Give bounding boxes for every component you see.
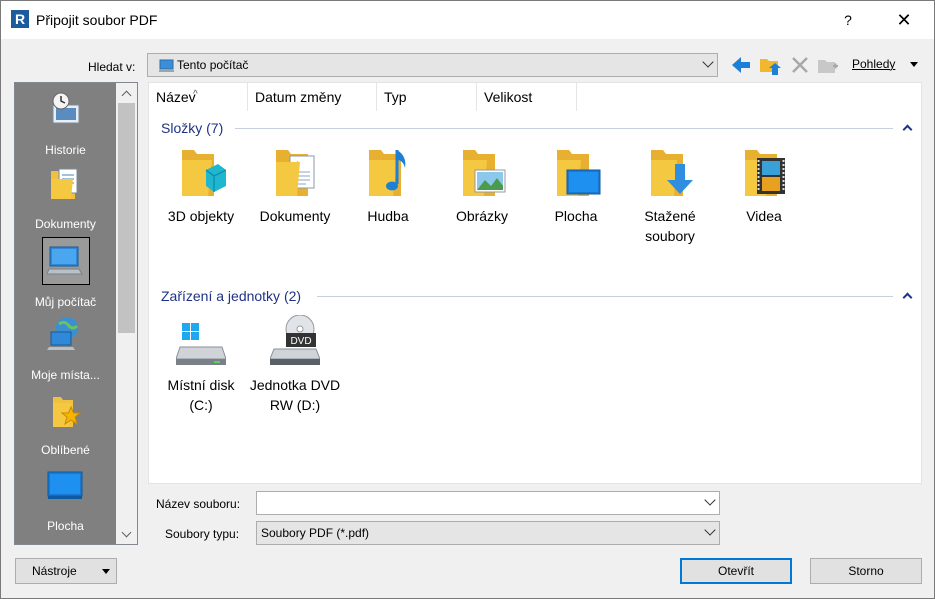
desktop-icon xyxy=(47,471,83,499)
place-favorites[interactable]: Oblíbené xyxy=(15,391,116,461)
computer-icon xyxy=(47,246,83,275)
collapse-chevron-icon[interactable] xyxy=(902,292,913,303)
3d-objects-folder-icon xyxy=(182,150,226,196)
collapse-chevron-icon[interactable] xyxy=(902,124,913,135)
filetype-label: Soubory typu: xyxy=(165,527,240,541)
lookin-label: Hledat v: xyxy=(88,60,136,74)
place-label: Historie xyxy=(45,143,86,157)
close-button[interactable]: ✕ xyxy=(881,1,927,39)
computer-small-icon xyxy=(159,59,174,72)
lookin-combo[interactable]: Tento počítač xyxy=(147,53,718,77)
group-divider xyxy=(235,128,893,129)
help-button[interactable]: ? xyxy=(825,1,871,39)
dialog-window: R Připojit soubor PDF ? ✕ Hledat v: Tent… xyxy=(0,0,935,599)
places-bar: Historie Dokumenty Můj počítač Moje míst… xyxy=(14,82,138,545)
item-label: Obrázky xyxy=(455,208,509,224)
pictures-folder-icon xyxy=(463,150,506,196)
item-label: Jednotka DVD RW (D:) xyxy=(249,377,341,413)
favorites-icon xyxy=(53,397,82,427)
filename-input[interactable] xyxy=(259,494,689,512)
filename-combo[interactable] xyxy=(256,491,720,515)
dropdown-arrow-icon xyxy=(102,569,110,574)
scroll-thumb[interactable] xyxy=(118,103,135,333)
place-documents[interactable]: Dokumenty xyxy=(15,165,116,235)
network-places-icon xyxy=(47,317,79,350)
filetype-combo[interactable]: Soubory PDF (*.pdf) xyxy=(256,521,720,545)
place-label: Oblíbené xyxy=(41,443,90,457)
chevron-down-icon xyxy=(704,524,716,536)
desktop-folder-icon xyxy=(557,150,601,196)
scroll-down-icon[interactable] xyxy=(121,527,132,538)
item-label: Hudba xyxy=(367,208,409,224)
place-network[interactable]: Moje místa... xyxy=(15,316,116,386)
item-label: Stažené soubory xyxy=(644,208,696,244)
views-menu[interactable]: Pohledy xyxy=(852,57,895,71)
item-label: Místní disk (C:) xyxy=(167,377,235,413)
item-label: Plocha xyxy=(554,208,598,224)
filename-label: Název souboru: xyxy=(156,497,241,511)
up-folder-icon[interactable] xyxy=(758,53,782,77)
column-header-type[interactable]: Typ xyxy=(377,83,477,111)
place-label: Dokumenty xyxy=(35,217,96,231)
item-label: 3D objekty xyxy=(167,208,235,224)
back-arrow-icon[interactable] xyxy=(729,53,753,77)
file-list-pane: Název ^ Datum změny Typ Velikost Složky … xyxy=(148,82,922,484)
place-label: Plocha xyxy=(47,519,84,533)
cancel-button[interactable]: Storno xyxy=(810,558,922,584)
place-label: Můj počítač xyxy=(34,295,97,309)
tools-label: Nástroje xyxy=(32,564,77,578)
group-header-devices[interactable]: Zařízení a jednotky (2) xyxy=(161,288,301,304)
group-header-folders[interactable]: Složky (7) xyxy=(161,120,223,136)
history-icon xyxy=(52,92,80,124)
open-button[interactable]: Otevřít xyxy=(680,558,792,584)
column-header-name[interactable]: Název ^ xyxy=(149,83,248,111)
group-divider xyxy=(317,296,893,297)
places-list: Historie Dokumenty Můj počítač Moje míst… xyxy=(15,83,116,544)
column-header-date[interactable]: Datum změny xyxy=(248,83,377,111)
chevron-down-icon[interactable] xyxy=(704,494,716,506)
chevron-down-icon xyxy=(702,56,714,68)
place-history[interactable]: Historie xyxy=(15,89,116,159)
sort-ascending-icon: ^ xyxy=(193,89,198,100)
column-header-size[interactable]: Velikost xyxy=(477,83,577,111)
place-my-computer[interactable]: Můj počítač xyxy=(15,237,116,311)
place-label: Moje místa... xyxy=(31,368,100,382)
scroll-up-icon[interactable] xyxy=(121,90,132,101)
delete-icon[interactable] xyxy=(788,53,812,77)
place-desktop[interactable]: Plocha xyxy=(15,467,116,537)
item-label: Videa xyxy=(746,208,782,224)
music-folder-icon xyxy=(369,150,406,196)
column-header-label: Název xyxy=(156,89,196,105)
revit-app-icon: R xyxy=(11,10,29,28)
tools-button[interactable]: Nástroje xyxy=(15,558,117,584)
views-dropdown-arrow-icon[interactable] xyxy=(910,62,918,67)
downloads-folder-icon xyxy=(651,150,693,196)
documents-icon xyxy=(51,168,78,199)
places-scrollbar[interactable] xyxy=(116,83,137,544)
new-folder-icon[interactable] xyxy=(816,53,840,77)
documents-folder-icon: A xyxy=(276,150,315,196)
item-label: Dokumenty xyxy=(259,208,331,224)
title-bar: R Připojit soubor PDF ? ✕ xyxy=(1,1,934,39)
videos-folder-icon xyxy=(745,150,785,196)
filetype-value: Soubory PDF (*.pdf) xyxy=(261,526,370,540)
dialog-title: Připojit soubor PDF xyxy=(36,12,158,28)
lookin-value: Tento počítač xyxy=(177,58,249,72)
dvd-drive-icon: DVD xyxy=(270,315,320,365)
dvd-badge: DVD xyxy=(290,336,311,347)
local-disk-icon xyxy=(176,323,226,365)
